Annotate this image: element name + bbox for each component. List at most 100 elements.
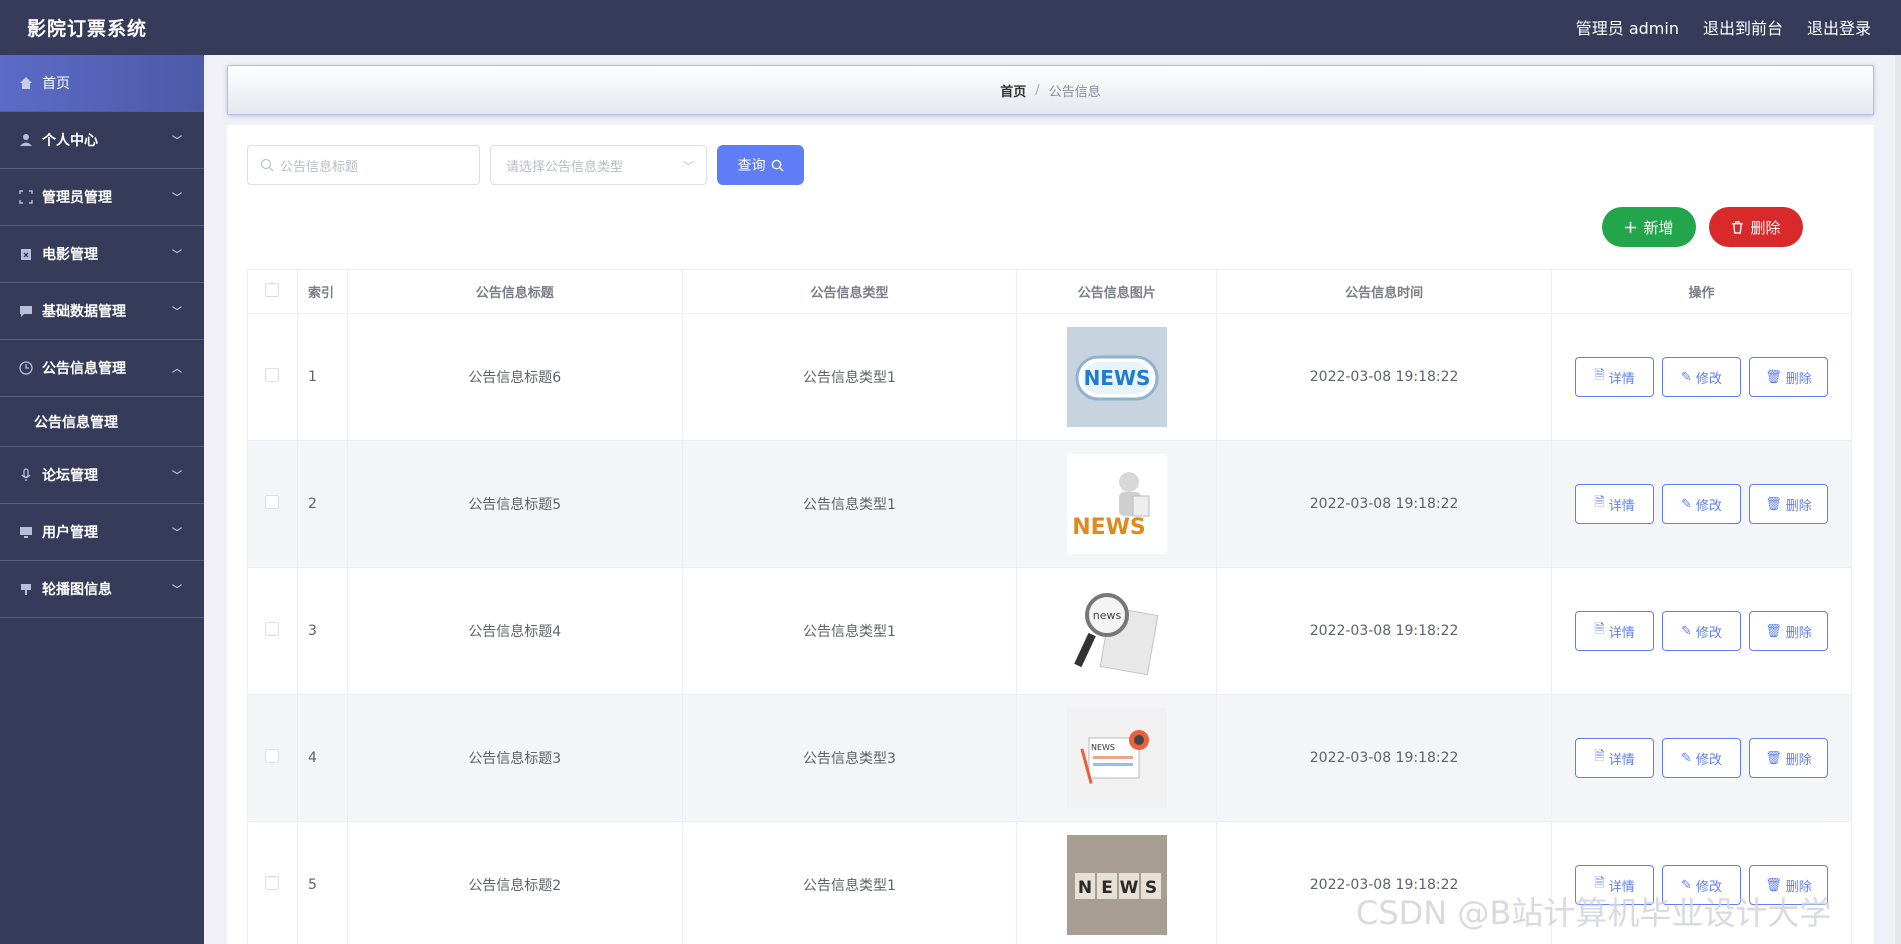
sidebar: 首页 个人中心 ﹀ 管理员管理 ﹀ 电影管理 ﹀ 基础数据管理 ﹀ 公告信息管理… <box>0 55 204 944</box>
sidebar-item-label: 基础数据管理 <box>42 304 126 320</box>
chevron-down-icon: ﹀ <box>172 307 182 318</box>
svg-text:NEWS: NEWS <box>1083 366 1150 390</box>
sidebar-item-label: 电影管理 <box>42 247 98 263</box>
search-form: 公告信息标题 请选择公告信息类型 ﹀ 查询 <box>247 145 804 185</box>
breadcrumb-current: 公告信息 <box>1048 84 1101 100</box>
row-time: 2022-03-08 19:18:22 <box>1216 567 1552 695</box>
query-button[interactable]: 查询 <box>717 145 804 185</box>
add-button[interactable]: 新增 <box>1602 207 1696 247</box>
row-time: 2022-03-08 19:18:22 <box>1216 694 1552 822</box>
row-type: 公告信息类型3 <box>682 694 1018 822</box>
detail-button[interactable]: 🗎 详情 <box>1574 611 1654 651</box>
detail-label: 详情 <box>1608 498 1635 514</box>
plus-icon <box>1625 221 1637 233</box>
trash-icon <box>1732 220 1744 234</box>
sidebar-item-label: 个人中心 <box>42 133 98 149</box>
top-bar: 影院订票系统 管理员 admin 退出到前台 退出登录 <box>0 0 1901 55</box>
row-title: 公告信息标题2 <box>347 821 683 944</box>
edit-button[interactable]: ✎ 修改 <box>1661 611 1741 651</box>
admin-user-label[interactable]: 管理员 admin <box>1576 15 1679 39</box>
table-row: 4 公告信息标题3 公告信息类型3 NEWS 2022-03-08 19:18:… <box>247 694 1853 822</box>
sidebar-item-base-data[interactable]: 基础数据管理 ﹀ <box>0 283 204 340</box>
row-index: 3 <box>297 567 348 695</box>
sidebar-item-movie[interactable]: 电影管理 ﹀ <box>0 226 204 283</box>
sidebar-subitem-notice-manage[interactable]: 公告信息管理 <box>0 397 204 447</box>
document-icon: 🗎 <box>1594 622 1605 637</box>
row-checkbox[interactable] <box>265 749 280 763</box>
news-magnifier-image: news <box>1066 581 1167 681</box>
clock-icon <box>18 360 34 376</box>
type-select[interactable]: 请选择公告信息类型 ﹀ <box>490 145 707 185</box>
row-checkbox[interactable] <box>265 622 280 636</box>
delete-button[interactable]: 🗑 删除 <box>1748 738 1828 778</box>
sign-icon <box>18 581 34 597</box>
trash-icon: 🗑 <box>1765 750 1782 766</box>
add-button-label: 新增 <box>1643 218 1674 237</box>
edit-button[interactable]: ✎ 修改 <box>1661 484 1741 524</box>
sidebar-item-label: 论坛管理 <box>42 468 98 484</box>
home-icon <box>18 75 34 91</box>
chevron-down-icon: ﹀ <box>172 585 182 596</box>
row-time: 2022-03-08 19:18:22 <box>1216 313 1552 441</box>
row-time: 2022-03-08 19:18:22 <box>1216 440 1552 568</box>
sidebar-item-admin[interactable]: 管理员管理 ﹀ <box>0 169 204 226</box>
logout-link[interactable]: 退出登录 <box>1807 15 1871 39</box>
batch-delete-button[interactable]: 删除 <box>1709 207 1803 247</box>
top-user-menu: 管理员 admin 退出到前台 退出登录 <box>1576 15 1871 39</box>
chevron-down-icon: ﹀ <box>172 528 182 539</box>
edit-label: 修改 <box>1695 625 1722 641</box>
breadcrumb-home[interactable]: 首页 <box>1000 81 1026 100</box>
row-actions: 🗎 详情 ✎ 修改 🗑 删除 <box>1552 357 1851 397</box>
pencil-icon: ✎ <box>1681 496 1692 512</box>
sidebar-item-forum[interactable]: 论坛管理 ﹀ <box>0 447 204 504</box>
row-index: 5 <box>297 821 348 944</box>
trash-icon: 🗑 <box>1765 496 1782 512</box>
watermark: CSDN @B站计算机毕业设计大学 <box>1356 894 1832 932</box>
col-time: 公告信息时间 <box>1216 269 1552 314</box>
row-actions: 🗎 详情 ✎ 修改 🗑 删除 <box>1552 484 1851 524</box>
detail-button[interactable]: 🗎 详情 <box>1574 738 1654 778</box>
detail-button[interactable]: 🗎 详情 <box>1574 484 1654 524</box>
row-checkbox[interactable] <box>265 368 280 382</box>
sidebar-item-label: 轮播图信息 <box>42 582 112 598</box>
delete-label: 删除 <box>1785 498 1812 514</box>
query-button-label: 查询 <box>737 158 766 174</box>
row-checkbox[interactable] <box>265 876 280 890</box>
back-to-front-link[interactable]: 退出到前台 <box>1703 15 1783 39</box>
row-actions: 🗎 详情 ✎ 修改 🗑 删除 <box>1552 738 1851 778</box>
sidebar-item-notice[interactable]: 公告信息管理 ︿ <box>0 340 204 397</box>
delete-label: 删除 <box>1785 625 1812 641</box>
sidebar-item-carousel[interactable]: 轮播图信息 ﹀ <box>0 561 204 618</box>
document-icon: 🗎 <box>1594 368 1605 383</box>
trash-icon: 🗑 <box>1765 369 1782 385</box>
sidebar-item-personal[interactable]: 个人中心 ﹀ <box>0 112 204 169</box>
chevron-down-icon: ﹀ <box>172 193 182 204</box>
page-scrollbar[interactable] <box>1895 55 1901 944</box>
row-checkbox[interactable] <box>265 495 280 509</box>
select-all-checkbox[interactable] <box>265 282 280 297</box>
delete-button[interactable]: 🗑 删除 <box>1748 484 1828 524</box>
sidebar-item-home[interactable]: 首页 <box>0 55 204 112</box>
title-search-placeholder: 公告信息标题 <box>280 159 359 175</box>
row-index: 2 <box>297 440 348 568</box>
edit-button[interactable]: ✎ 修改 <box>1661 357 1741 397</box>
detail-button[interactable]: 🗎 详情 <box>1574 357 1654 397</box>
edit-button[interactable]: ✎ 修改 <box>1661 738 1741 778</box>
app-title: 影院订票系统 <box>27 18 148 40</box>
news-badge-image: NEWS <box>1066 327 1167 427</box>
monitor-icon <box>18 524 34 540</box>
document-icon: 🗎 <box>1594 749 1605 764</box>
col-type: 公告信息类型 <box>682 269 1018 314</box>
row-index: 4 <box>297 694 348 822</box>
row-index: 1 <box>297 313 348 441</box>
sidebar-item-users[interactable]: 用户管理 ﹀ <box>0 504 204 561</box>
delete-button[interactable]: 🗑 删除 <box>1748 611 1828 651</box>
row-type: 公告信息类型1 <box>682 313 1018 441</box>
select-all-cell <box>247 269 298 314</box>
row-type: 公告信息类型1 <box>682 567 1018 695</box>
title-search-input[interactable]: 公告信息标题 <box>247 145 480 185</box>
delete-button[interactable]: 🗑 删除 <box>1748 357 1828 397</box>
svg-text:E: E <box>1101 878 1113 898</box>
chevron-up-icon: ︿ <box>172 364 182 375</box>
svg-text:N: N <box>1078 878 1092 898</box>
